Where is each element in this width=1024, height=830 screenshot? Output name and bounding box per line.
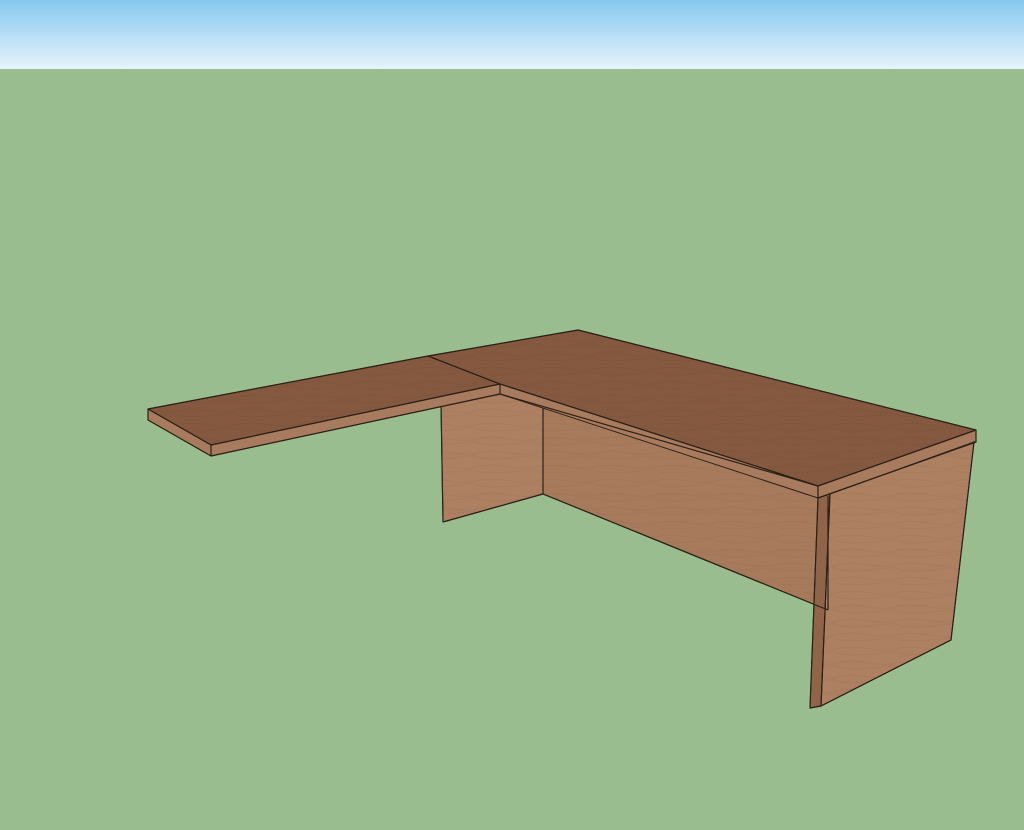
inner-support-panel[interactable]: [440, 391, 544, 523]
desk-model[interactable]: [0, 0, 1024, 830]
modeling-viewport[interactable]: [0, 0, 1024, 830]
